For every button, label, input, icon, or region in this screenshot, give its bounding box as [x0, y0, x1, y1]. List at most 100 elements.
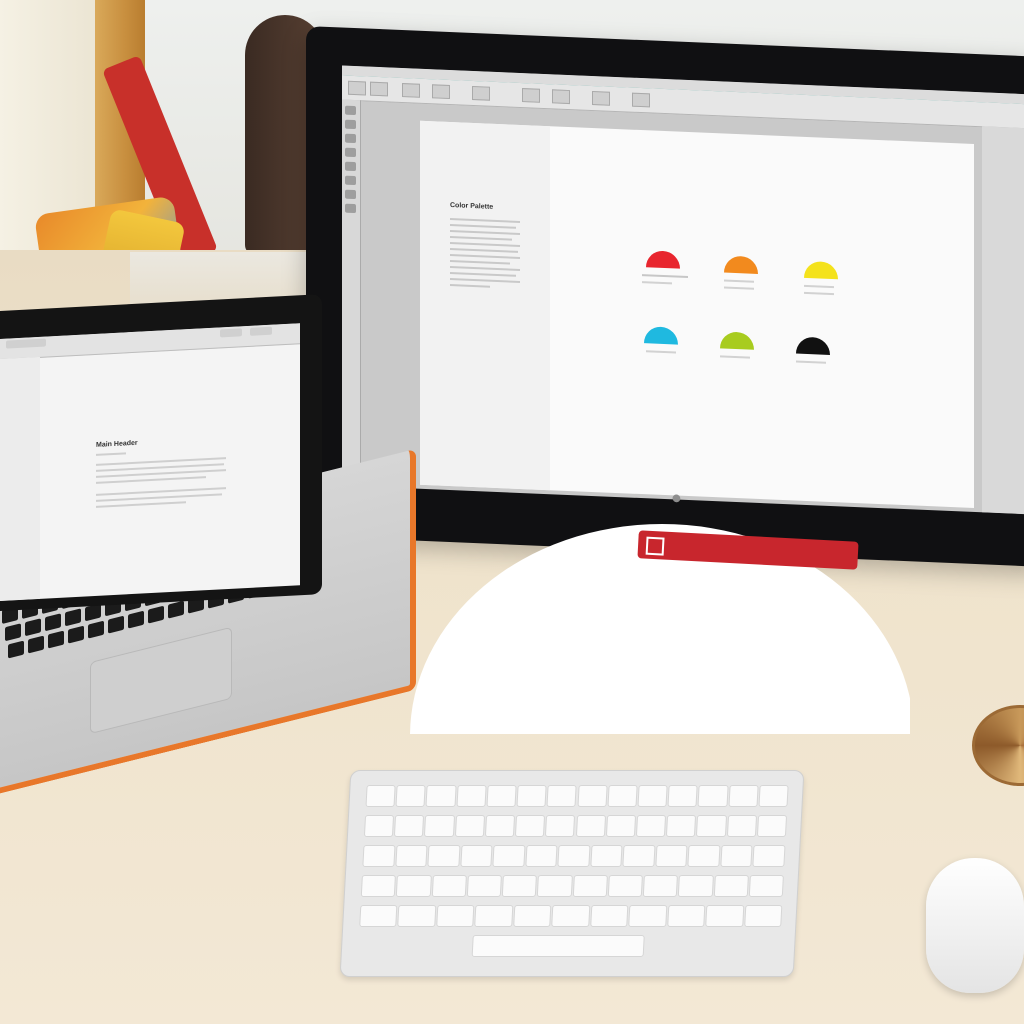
keyboard-key[interactable] [713, 875, 749, 897]
keyboard-key[interactable] [359, 905, 398, 927]
keyboard-key[interactable] [605, 815, 636, 837]
laptop-key[interactable] [88, 620, 104, 639]
swatch-black[interactable] [796, 336, 830, 355]
keyboard-key[interactable] [705, 905, 744, 927]
keyboard-key[interactable] [758, 785, 789, 807]
keyboard-key[interactable] [394, 815, 425, 837]
keyboard-key[interactable] [666, 905, 706, 927]
keyboard-key[interactable] [637, 785, 668, 807]
keyboard-key[interactable] [678, 875, 714, 897]
keyboard-key[interactable] [516, 785, 547, 807]
keyboard-key[interactable] [546, 785, 578, 807]
keyboard-key[interactable] [687, 845, 721, 867]
laptop-key[interactable] [65, 608, 81, 627]
document-page[interactable]: Color Palette [420, 120, 974, 508]
laptop-toolbar-button[interactable] [6, 338, 46, 349]
keyboard-key[interactable] [474, 905, 514, 927]
keyboard-key[interactable] [728, 785, 759, 807]
selection-tool-icon[interactable] [345, 105, 356, 116]
keyboard-key[interactable] [537, 875, 573, 897]
laptop-key[interactable] [148, 605, 164, 624]
keyboard-key[interactable] [576, 785, 608, 807]
keyboard-key[interactable] [642, 875, 679, 897]
keyboard-key[interactable] [360, 875, 397, 897]
shape-tool-icon[interactable] [345, 175, 356, 186]
laptop-key[interactable] [128, 610, 144, 629]
keyboard-key[interactable] [607, 785, 638, 807]
swatch-yellow[interactable] [804, 260, 838, 280]
keyboard-key[interactable] [466, 875, 502, 897]
keyboard-key[interactable] [557, 845, 591, 867]
keyboard-key[interactable] [590, 845, 623, 867]
keyboard-key[interactable] [752, 845, 786, 867]
swatch-cyan[interactable] [644, 326, 678, 345]
laptop-key[interactable] [25, 618, 41, 637]
keyboard-key[interactable] [575, 815, 606, 837]
keyboard-key[interactable] [486, 785, 517, 807]
keyboard-key[interactable] [431, 875, 467, 897]
keyboard-key[interactable] [492, 845, 526, 867]
toolbar-button[interactable] [552, 89, 570, 105]
keyboard-key[interactable] [743, 905, 783, 927]
keyboard-key[interactable] [667, 785, 698, 807]
keyboard-key[interactable] [696, 815, 727, 837]
laptop-key[interactable] [28, 635, 44, 654]
keyboard-key[interactable] [697, 785, 729, 807]
keyboard-key[interactable] [622, 845, 656, 867]
swatch-green[interactable] [720, 331, 754, 350]
keyboard-key[interactable] [551, 905, 591, 927]
keyboard-key[interactable] [720, 845, 753, 867]
keyboard-key[interactable] [397, 905, 437, 927]
laptop-key[interactable] [108, 615, 124, 634]
keyboard-key[interactable] [394, 845, 428, 867]
keyboard-key[interactable] [459, 845, 493, 867]
line-tool-icon[interactable] [345, 161, 356, 172]
keyboard-key[interactable] [655, 845, 688, 867]
toolbar-button[interactable] [472, 85, 490, 101]
keyboard-key[interactable] [436, 905, 475, 927]
keyboard-key[interactable] [454, 815, 485, 837]
keyboard-key[interactable] [607, 875, 643, 897]
toolbar-button[interactable] [432, 84, 450, 100]
keyboard-key[interactable] [456, 785, 487, 807]
keyboard-key[interactable] [427, 845, 461, 867]
keyboard-key[interactable] [513, 905, 552, 927]
toolbar-button[interactable] [592, 90, 610, 106]
keyboard-key[interactable] [395, 785, 427, 807]
laptop-toolbar-button[interactable] [220, 328, 242, 338]
laptop-key[interactable] [45, 613, 61, 632]
laptop-key[interactable] [68, 625, 84, 644]
keyboard-key[interactable] [748, 875, 784, 897]
swatch-orange[interactable] [724, 255, 758, 274]
pen-tool-icon[interactable] [345, 133, 356, 144]
keyboard-key[interactable] [628, 905, 667, 927]
laptop-key[interactable] [5, 623, 21, 642]
toolbar-button[interactable] [632, 92, 650, 108]
keyboard-key[interactable] [589, 905, 629, 927]
laptop-key[interactable] [48, 630, 64, 649]
keyboard-key[interactable] [362, 845, 396, 867]
keyboard-key[interactable] [635, 815, 667, 837]
keyboard-key[interactable] [424, 815, 455, 837]
keyboard-key[interactable] [514, 815, 546, 837]
keyboard-key[interactable] [501, 875, 538, 897]
toolbar-button[interactable] [522, 88, 540, 103]
keyboard-key[interactable] [484, 815, 516, 837]
zoom-tool-icon[interactable] [345, 203, 356, 214]
direct-select-tool-icon[interactable] [345, 119, 356, 130]
keyboard-key[interactable] [396, 875, 432, 897]
keyboard-key[interactable] [525, 845, 558, 867]
laptop-key[interactable] [8, 640, 24, 659]
wireless-keyboard[interactable] [339, 770, 805, 977]
type-tool-icon[interactable] [345, 147, 356, 158]
laptop-key[interactable] [168, 600, 184, 619]
hand-tool-icon[interactable] [345, 189, 356, 200]
keyboard-key[interactable] [726, 815, 757, 837]
laptop-toolbar-button[interactable] [250, 326, 272, 336]
keyboard-key[interactable] [363, 815, 395, 837]
swatch-red[interactable] [646, 250, 680, 269]
keyboard-key[interactable] [572, 875, 608, 897]
toolbar-button[interactable] [370, 81, 388, 97]
keyboard-key[interactable] [365, 785, 396, 807]
toolbar-button[interactable] [348, 80, 366, 96]
